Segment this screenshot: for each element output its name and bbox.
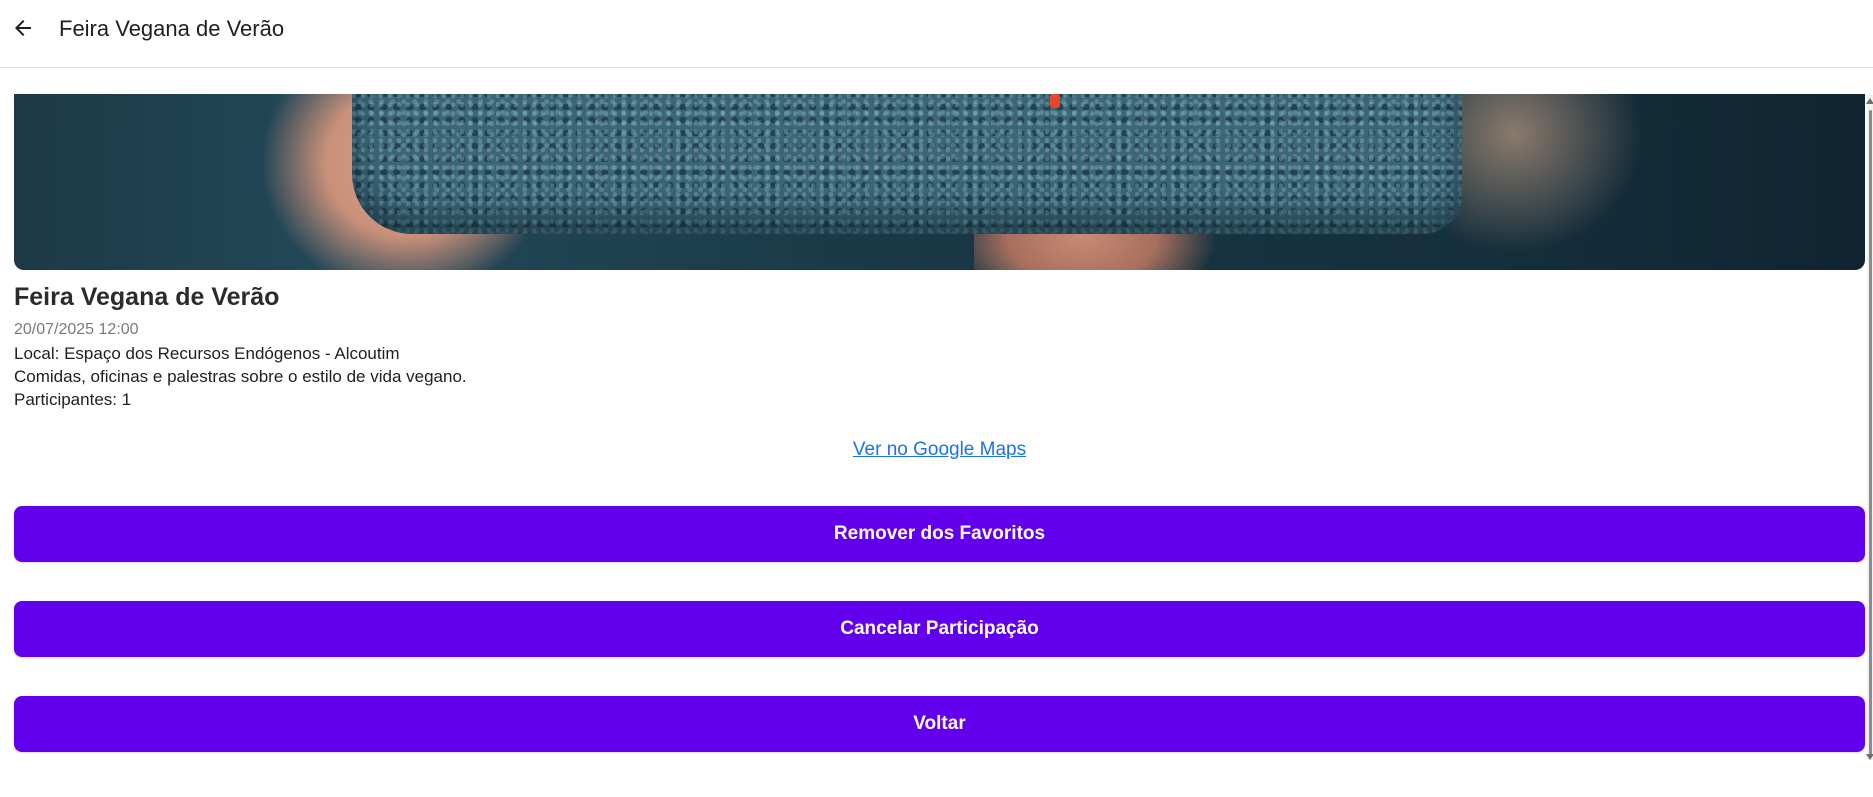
event-title: Feira Vegana de Verão: [14, 283, 280, 311]
remove-favorites-button[interactable]: Remover dos Favoritos: [14, 506, 1865, 562]
event-datetime: 20/07/2025 12:00: [14, 321, 139, 338]
event-location: Local: Espaço dos Recursos Endógenos - A…: [14, 344, 400, 363]
event-image: [14, 94, 1865, 270]
cancel-participation-button[interactable]: Cancelar Participação: [14, 601, 1865, 657]
event-details: Feira Vegana de Verão 20/07/2025 12:00 L…: [0, 68, 1869, 797]
scroll-down-arrow-icon[interactable]: [1866, 754, 1873, 760]
page-title: Feira Vegana de Verão: [59, 16, 285, 41]
back-action-button[interactable]: Voltar: [14, 696, 1865, 752]
event-description: Comidas, oficinas e palestras sobre o es…: [14, 367, 467, 386]
scrollbar-thumb[interactable]: [1869, 110, 1872, 758]
app-bar: Feira Vegana de Verão: [0, 0, 1873, 68]
scroll-up-arrow-icon[interactable]: [1866, 98, 1873, 104]
back-button[interactable]: [8, 13, 38, 43]
event-participants: Participantes: 1: [14, 390, 132, 409]
arrow-left-icon: [15, 20, 31, 36]
google-maps-link[interactable]: Ver no Google Maps: [0, 439, 1869, 461]
